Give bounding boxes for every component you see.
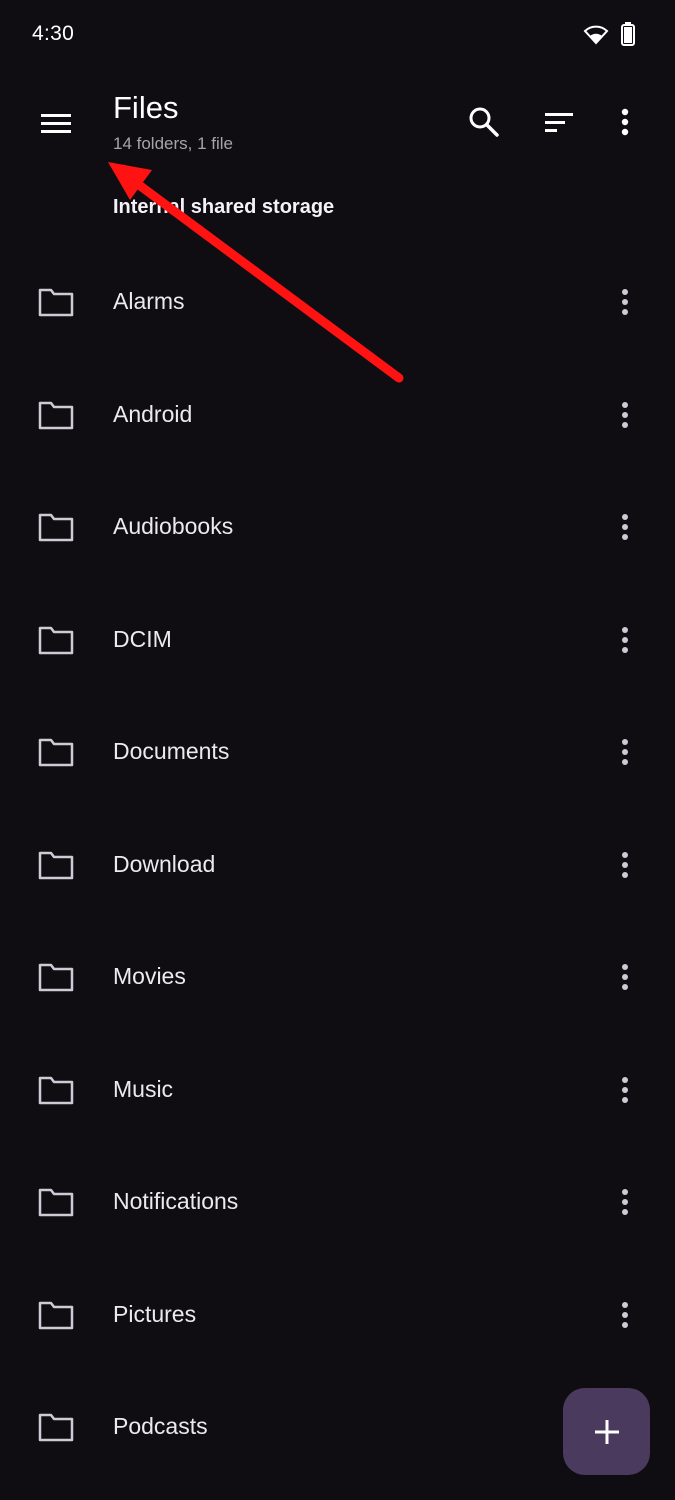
list-item[interactable]: Pictures	[0, 1259, 675, 1372]
file-list: Alarms Android Audiobooks DCIM Documents…	[0, 246, 675, 1484]
page-subtitle: 14 folders, 1 file	[113, 134, 234, 153]
sort-icon	[545, 113, 573, 132]
battery-icon	[621, 22, 635, 51]
more-vert-icon	[622, 1189, 628, 1215]
folder-icon	[38, 963, 74, 992]
folder-icon	[38, 738, 74, 767]
file-name: Audiobooks	[113, 513, 234, 539]
more-vert-icon	[622, 401, 628, 428]
folder-icon	[38, 851, 74, 879]
status-time: 4:30	[32, 22, 75, 45]
more-vert-icon	[622, 851, 628, 878]
folder-icon	[38, 513, 74, 542]
create-fab[interactable]	[563, 1388, 650, 1475]
item-overflow-button[interactable]	[610, 734, 640, 770]
more-vert-icon	[622, 289, 628, 315]
file-name: Music	[113, 1075, 174, 1102]
folder-icon	[38, 1413, 74, 1442]
list-item[interactable]: Audiobooks	[0, 471, 675, 584]
status-icons	[583, 22, 635, 51]
status-bar: 4:30	[0, 0, 675, 70]
file-name: Download	[113, 850, 216, 877]
list-item[interactable]: DCIM	[0, 584, 675, 697]
app-bar: Files 14 folders, 1 file	[0, 80, 675, 170]
folder-icon	[38, 1188, 74, 1217]
list-item[interactable]: Download	[0, 809, 675, 922]
page-title: Files	[113, 90, 179, 125]
folder-icon	[38, 288, 74, 317]
more-vert-icon	[622, 964, 628, 990]
folder-icon	[38, 401, 74, 429]
list-item[interactable]: Android	[0, 359, 675, 472]
more-vert-icon	[622, 739, 628, 765]
item-overflow-button[interactable]	[610, 622, 640, 658]
item-overflow-button[interactable]	[610, 1072, 640, 1108]
plus-icon	[594, 1419, 619, 1444]
item-overflow-button[interactable]	[610, 959, 640, 995]
storage-section-label: Internal shared storage	[113, 196, 335, 218]
search-button[interactable]	[462, 100, 506, 144]
more-vert-icon	[622, 1301, 628, 1328]
file-name: Movies	[113, 963, 186, 989]
menu-icon	[41, 114, 71, 133]
item-overflow-button[interactable]	[610, 1184, 640, 1220]
item-overflow-button[interactable]	[610, 284, 640, 320]
list-item[interactable]: Documents	[0, 696, 675, 809]
file-name: DCIM	[113, 625, 172, 652]
folder-icon	[38, 1076, 74, 1104]
wifi-icon	[583, 23, 609, 50]
list-item[interactable]: Movies	[0, 921, 675, 1034]
list-item[interactable]: Music	[0, 1034, 675, 1147]
overflow-menu-button[interactable]	[603, 100, 647, 144]
file-name: Alarms	[113, 288, 185, 314]
folder-icon	[38, 626, 74, 654]
file-name: Documents	[113, 738, 230, 764]
item-overflow-button[interactable]	[610, 397, 640, 433]
file-name: Notifications	[113, 1188, 239, 1214]
more-vert-icon	[622, 626, 628, 653]
more-vert-icon	[621, 108, 629, 136]
menu-button[interactable]	[36, 104, 76, 144]
item-overflow-button[interactable]	[610, 1297, 640, 1333]
folder-icon	[38, 1301, 74, 1329]
file-name: Android	[113, 400, 193, 427]
more-vert-icon	[622, 1076, 628, 1103]
item-overflow-button[interactable]	[610, 509, 640, 545]
list-item[interactable]: Alarms	[0, 246, 675, 359]
file-name: Pictures	[113, 1300, 197, 1327]
sort-button[interactable]	[537, 100, 581, 144]
item-overflow-button[interactable]	[610, 847, 640, 883]
search-icon	[469, 107, 499, 137]
file-name: Podcasts	[113, 1413, 208, 1439]
list-item[interactable]: Notifications	[0, 1146, 675, 1259]
more-vert-icon	[622, 514, 628, 540]
